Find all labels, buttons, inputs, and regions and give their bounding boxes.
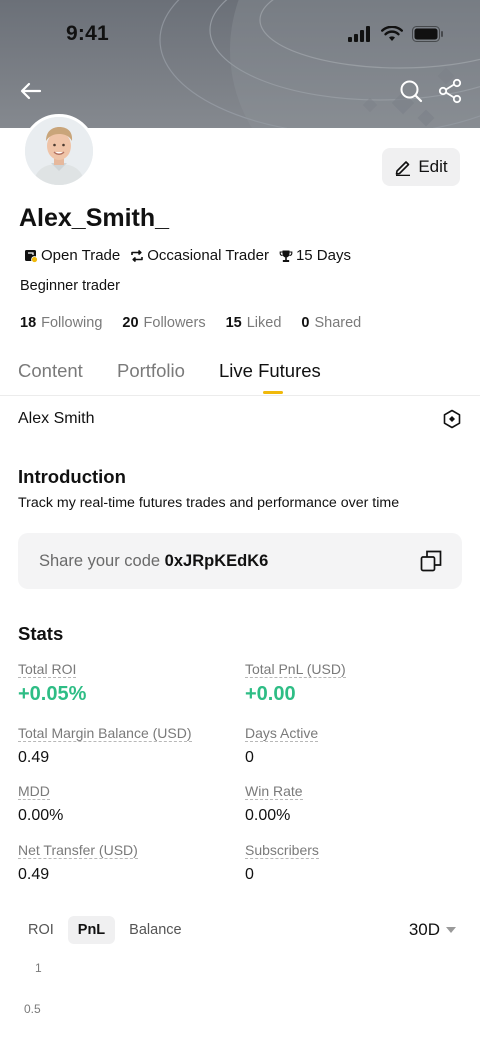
repeat-icon	[131, 249, 144, 262]
count-number: 15	[225, 315, 242, 331]
share-icon[interactable]	[437, 78, 463, 104]
trader-badges: Open Trade Occasional Trader 15 Days	[24, 247, 361, 264]
badge-occasional-trader: Occasional Trader	[130, 247, 269, 264]
stat-value: 0.00%	[245, 807, 291, 824]
battery-icon	[412, 26, 443, 42]
count-number: 20	[122, 315, 139, 331]
count-following[interactable]: 18 Following	[20, 315, 102, 331]
profile-tabs: Content Portfolio Live Futures	[0, 356, 480, 396]
count-shared: 0 Shared	[301, 315, 361, 331]
wifi-icon	[381, 26, 403, 41]
introduction-text: Track my real-time futures trades and pe…	[18, 495, 400, 511]
chart-tab-roi[interactable]: ROI	[18, 916, 64, 944]
count-number: 18	[20, 315, 37, 331]
introduction-title: Introduction	[18, 466, 126, 487]
badge-label: Occasional Trader	[147, 247, 269, 264]
chart-y-tick: 1	[35, 961, 42, 975]
count-followers[interactable]: 20 Followers	[122, 315, 205, 331]
stat-value: 0.49	[18, 749, 50, 766]
stat-label[interactable]: Total Margin Balance (USD)	[18, 725, 192, 742]
badge-label: Open Trade	[41, 247, 121, 264]
stat-days-active: Days Active 0	[245, 725, 319, 767]
stat-win-rate: Win Rate 0.00%	[245, 783, 303, 825]
count-label: Following	[41, 315, 103, 331]
avatar[interactable]	[22, 114, 96, 188]
stat-value: +0.05%	[18, 683, 87, 705]
status-bar: 9:41	[0, 0, 480, 70]
badge-open-trade: Open Trade	[24, 247, 120, 264]
owner-name: Alex Smith	[18, 410, 95, 427]
stat-value: +0.00	[245, 683, 296, 705]
count-label: Shared	[314, 315, 362, 331]
stat-value: 0.49	[18, 866, 50, 883]
count-label: Liked	[246, 315, 282, 331]
count-number: 0	[301, 315, 310, 331]
badge-days: 15 Days	[279, 247, 351, 264]
count-liked: 15 Liked	[226, 315, 282, 331]
stat-mdd: MDD 0.00%	[18, 783, 63, 825]
stat-value: 0	[245, 866, 254, 883]
chart-tab-balance[interactable]: Balance	[119, 916, 191, 944]
stat-label[interactable]: Total PnL (USD)	[245, 661, 346, 678]
share-prefix: Share your code	[39, 551, 161, 570]
owner-row: Alex Smith	[18, 408, 462, 430]
username: Alex_Smith_	[19, 204, 170, 232]
badge-label: 15 Days	[295, 247, 351, 264]
stat-label[interactable]: Total ROI	[18, 661, 77, 678]
stat-total-pnl: Total PnL (USD) +0.00	[245, 661, 346, 706]
open-trade-icon	[25, 249, 38, 263]
edit-pencil-icon	[396, 161, 411, 176]
profile-bio: Beginner trader	[20, 278, 120, 294]
copy-icon[interactable]	[420, 550, 442, 572]
stat-value: 0	[245, 749, 254, 766]
chevron-down-icon	[446, 927, 456, 933]
edit-profile-button[interactable]: Edit	[382, 148, 460, 186]
tab-portfolio[interactable]: Portfolio	[117, 360, 185, 382]
chart-tab-pnl[interactable]: PnL	[67, 916, 116, 944]
stat-total-margin-balance: Total Margin Balance (USD) 0.49	[18, 725, 192, 767]
chart-y-tick: 0.5	[24, 1002, 41, 1016]
search-icon[interactable]	[398, 78, 424, 104]
tab-live-futures[interactable]: Live Futures	[219, 360, 321, 382]
period-dropdown[interactable]: 30D	[409, 920, 456, 940]
count-label: Followers	[143, 315, 206, 331]
stat-label[interactable]: MDD	[18, 783, 50, 800]
stats-title: Stats	[18, 623, 64, 644]
status-time: 9:41	[66, 22, 109, 45]
share-code-text: Share your code 0xJRpKEdK6	[39, 552, 268, 571]
tab-content[interactable]: Content	[18, 360, 83, 382]
period-value: 30D	[408, 920, 440, 939]
share-code: 0xJRpKEdK6	[164, 551, 269, 570]
stat-total-roi: Total ROI +0.05%	[18, 661, 86, 706]
active-tab-indicator	[263, 391, 283, 394]
share-code-box[interactable]: Share your code 0xJRpKEdK6	[18, 533, 462, 589]
stat-label[interactable]: Subscribers	[245, 842, 319, 859]
status-icons	[348, 26, 444, 42]
stat-net-transfer: Net Transfer (USD) 0.49	[18, 842, 138, 884]
stat-subscribers: Subscribers 0	[245, 842, 319, 884]
stat-label[interactable]: Net Transfer (USD)	[18, 842, 138, 859]
edit-label: Edit	[418, 157, 448, 176]
chart-tabs: ROI PnL Balance	[18, 916, 192, 944]
trophy-icon	[279, 250, 293, 262]
stat-label[interactable]: Win Rate	[245, 783, 303, 800]
hexagon-settings-icon[interactable]	[442, 409, 462, 429]
cellular-signal-icon	[348, 26, 370, 42]
avatar-photo	[25, 117, 93, 185]
back-arrow-icon[interactable]	[18, 78, 44, 104]
stat-label[interactable]: Days Active	[245, 725, 319, 742]
stat-value: 0.00%	[18, 807, 64, 824]
profile-counts: 18 Following 20 Followers 15 Liked 0 Sha…	[20, 315, 381, 331]
